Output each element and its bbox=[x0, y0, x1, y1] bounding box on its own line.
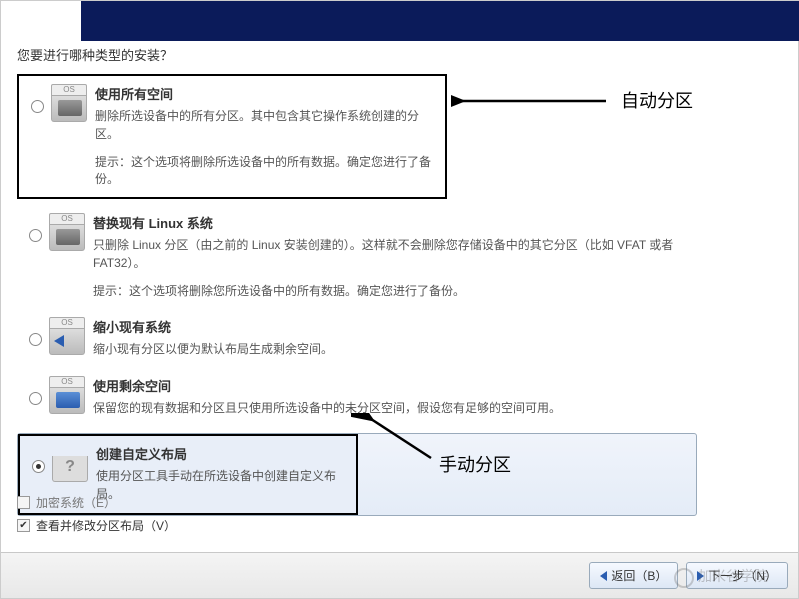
install-type-prompt: 您要进行哪种类型的安装？ bbox=[17, 45, 790, 64]
option-desc: 删除所选设备中的所有分区。其中包含其它操作系统创建的分区。 bbox=[95, 107, 437, 143]
arrow-right-icon bbox=[697, 571, 704, 581]
option-hint: 提示：这个选项将删除所选设备中的所有数据。确定您进行了备份。 bbox=[95, 153, 437, 187]
option-title: 缩小现有系统 bbox=[93, 317, 689, 336]
option-title: 替换现有 Linux 系统 bbox=[93, 213, 689, 232]
option-title: 使用所有空间 bbox=[95, 84, 437, 103]
radio-free-space[interactable] bbox=[29, 392, 42, 405]
footer-bar: 返回（B） 下一步（N） bbox=[1, 552, 798, 598]
arrow-left-icon bbox=[600, 571, 607, 581]
checkbox-icon[interactable] bbox=[17, 496, 30, 509]
option-desc: 缩小现有分区以便为默认布局生成剩余空间。 bbox=[93, 340, 689, 358]
radio-replace-linux[interactable] bbox=[29, 229, 42, 242]
radio-use-all-space[interactable] bbox=[31, 100, 44, 113]
checkbox-label: 加密系统（E） bbox=[36, 494, 116, 511]
option-use-all-space[interactable]: OS 使用所有空间 删除所选设备中的所有分区。其中包含其它操作系统创建的分区。 … bbox=[17, 74, 447, 199]
arrow-manual-icon bbox=[351, 413, 451, 463]
annotation-auto: 自动分区 bbox=[621, 87, 693, 113]
checkbox-review[interactable]: ✔ 查看并修改分区布局（V） bbox=[17, 517, 176, 534]
option-desc: 只删除 Linux 分区（由之前的 Linux 安装创建的）。这样就不会删除您存… bbox=[93, 236, 689, 272]
next-button[interactable]: 下一步（N） bbox=[686, 562, 788, 589]
checkbox-encrypt[interactable]: 加密系统（E） bbox=[17, 494, 176, 511]
shrink-icon: OS bbox=[49, 317, 85, 357]
arrow-auto-icon bbox=[451, 89, 611, 119]
option-replace-linux[interactable]: OS 替换现有 Linux 系统 只删除 Linux 分区（由之前的 Linux… bbox=[17, 205, 697, 309]
option-shrink[interactable]: OS 缩小现有系统 缩小现有分区以便为默认布局生成剩余空间。 bbox=[17, 309, 697, 368]
back-button-label: 返回（B） bbox=[611, 567, 667, 584]
option-title: 使用剩余空间 bbox=[93, 376, 689, 395]
checkbox-icon[interactable]: ✔ bbox=[17, 519, 30, 532]
checkbox-group: 加密系统（E） ✔ 查看并修改分区布局（V） bbox=[17, 494, 176, 540]
next-button-label: 下一步（N） bbox=[708, 567, 777, 584]
disk-icon: OS bbox=[51, 84, 87, 124]
annotation-manual: 手动分区 bbox=[439, 451, 511, 477]
header-banner bbox=[81, 1, 799, 41]
disk-icon: OS bbox=[49, 376, 85, 416]
back-button[interactable]: 返回（B） bbox=[589, 562, 678, 589]
option-title: 创建自定义布局 bbox=[96, 444, 348, 463]
checkbox-label: 查看并修改分区布局（V） bbox=[36, 517, 176, 534]
radio-shrink[interactable] bbox=[29, 333, 42, 346]
option-hint: 提示：这个选项将删除您所选设备中的所有数据。确定您进行了备份。 bbox=[93, 282, 689, 299]
disk-icon: OS bbox=[49, 213, 85, 253]
question-icon bbox=[52, 444, 88, 484]
radio-custom-layout[interactable] bbox=[32, 460, 45, 473]
